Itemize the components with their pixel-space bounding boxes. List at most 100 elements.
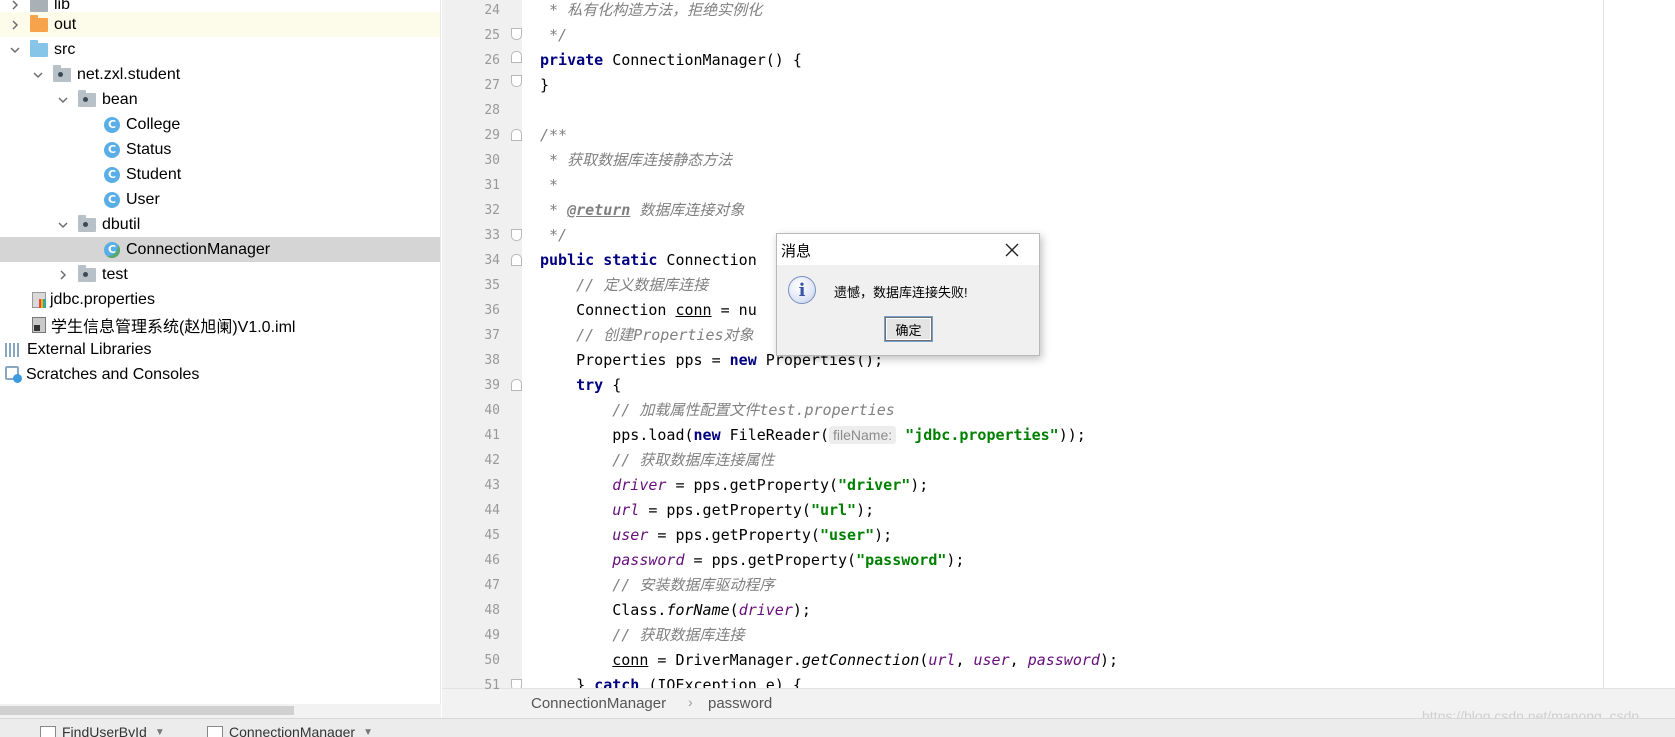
code-line[interactable]: private ConnectionManager() { bbox=[540, 48, 802, 73]
code-line[interactable]: // 创建Properties对象 bbox=[540, 323, 753, 348]
fold-start-icon[interactable] bbox=[511, 129, 522, 141]
fold-start-icon[interactable] bbox=[511, 51, 522, 63]
run-config-icon bbox=[40, 726, 56, 737]
ok-button[interactable]: 确定 bbox=[885, 317, 932, 341]
tree-item-label: User bbox=[126, 190, 160, 208]
close-icon[interactable] bbox=[1002, 240, 1022, 260]
code-line[interactable]: * bbox=[540, 173, 558, 198]
tree-item-package[interactable]: net.zxl.student bbox=[0, 62, 440, 87]
tree-item-connectionmanager[interactable]: C ConnectionManager bbox=[0, 237, 440, 262]
code-line[interactable]: Class.forName(driver); bbox=[540, 598, 811, 623]
bottom-tab-strip: FindUserById ▼ ConnectionManager ▼ bbox=[0, 718, 1675, 737]
module-file-icon bbox=[32, 316, 46, 333]
code-line[interactable]: try { bbox=[540, 373, 621, 398]
class-icon: C bbox=[104, 141, 120, 158]
line-number: 32 bbox=[484, 203, 500, 218]
fold-start-icon[interactable] bbox=[511, 254, 522, 266]
chevron-down-icon[interactable]: ▼ bbox=[363, 727, 373, 737]
code-line[interactable]: */ bbox=[540, 23, 567, 48]
tree-item-label: src bbox=[54, 40, 76, 58]
fold-start-icon[interactable] bbox=[511, 379, 522, 391]
code-line[interactable]: * @return 数据库连接对象 bbox=[540, 198, 744, 223]
code-line[interactable]: Connection conn = nu bbox=[540, 298, 757, 323]
line-number: 30 bbox=[484, 153, 500, 168]
right-margin-guide bbox=[1603, 0, 1604, 688]
tree-scrollbar-thumb[interactable] bbox=[0, 706, 294, 715]
tree-item-label: bean bbox=[102, 90, 138, 108]
line-number: 45 bbox=[484, 528, 500, 543]
code-line[interactable]: /** bbox=[540, 123, 567, 148]
line-number: 35 bbox=[484, 278, 500, 293]
code-line[interactable]: * 获取数据库连接静态方法 bbox=[540, 148, 732, 173]
code-line[interactable]: // 获取数据库连接 bbox=[540, 623, 744, 648]
tree-item-test[interactable]: test bbox=[0, 262, 440, 287]
fold-end-icon[interactable] bbox=[511, 75, 522, 87]
tab-connectionmanager[interactable]: ConnectionManager ▼ bbox=[207, 724, 373, 737]
code-line[interactable]: // 获取数据库连接属性 bbox=[540, 448, 774, 473]
chevron-down-icon[interactable] bbox=[8, 43, 22, 57]
code-line[interactable]: public static Connection bbox=[540, 248, 757, 273]
code-line[interactable]: driver = pps.getProperty("driver"); bbox=[540, 473, 928, 498]
scratches-icon bbox=[5, 366, 22, 383]
tree-item-out[interactable]: out bbox=[0, 12, 440, 37]
package-icon bbox=[53, 64, 71, 82]
tree-item-student[interactable]: C Student bbox=[0, 162, 440, 187]
tree-item-college[interactable]: C College bbox=[0, 112, 440, 137]
code-line[interactable]: // 加载属性配置文件test.properties bbox=[540, 398, 895, 423]
code-line[interactable]: pps.load(new FileReader(fileName: "jdbc.… bbox=[540, 423, 1086, 448]
line-number: 51 bbox=[484, 678, 500, 693]
code-line[interactable]: url = pps.getProperty("url"); bbox=[540, 498, 874, 523]
tree-item-jdbc-properties[interactable]: jdbc.properties bbox=[0, 287, 440, 312]
chevron-right-icon[interactable] bbox=[56, 268, 70, 282]
breadcrumb-item-field[interactable]: password bbox=[708, 695, 772, 712]
chevron-down-icon[interactable] bbox=[56, 218, 70, 232]
message-dialog: 消息 i 遗憾，数据库连接失败! 确定 bbox=[776, 233, 1040, 356]
fold-end-icon[interactable] bbox=[511, 28, 522, 40]
dialog-message: 遗憾，数据库连接失败! bbox=[834, 285, 968, 300]
code-line[interactable]: // 安装数据库驱动程序 bbox=[540, 573, 774, 598]
fold-end-icon[interactable] bbox=[511, 229, 522, 241]
chevron-right-icon[interactable] bbox=[8, 0, 22, 12]
code-line[interactable]: * 私有化构造方法，拒绝实例化 bbox=[540, 0, 762, 23]
code-line[interactable]: password = pps.getProperty("password"); bbox=[540, 548, 964, 573]
tree-item-label: dbutil bbox=[102, 215, 141, 233]
code-line[interactable]: // 定义数据库连接 bbox=[540, 273, 708, 298]
line-number: 41 bbox=[484, 428, 500, 443]
tree-item-bean[interactable]: bean bbox=[0, 87, 440, 112]
dialog-title-bar[interactable]: 消息 bbox=[777, 234, 1039, 265]
tree-item-label: College bbox=[126, 115, 181, 133]
tree-item-label: test bbox=[102, 265, 128, 283]
code-line[interactable]: conn = DriverManager.getConnection(url, … bbox=[540, 648, 1118, 673]
line-number: 50 bbox=[484, 653, 500, 668]
tree-item-dbutil[interactable]: dbutil bbox=[0, 212, 440, 237]
tree-item-external-libraries[interactable]: External Libraries bbox=[0, 337, 440, 362]
breadcrumb-item-class[interactable]: ConnectionManager bbox=[531, 695, 666, 712]
properties-file-icon bbox=[32, 291, 46, 308]
tree-item-label: Status bbox=[126, 140, 172, 158]
line-number: 33 bbox=[484, 228, 500, 243]
chevron-down-icon[interactable] bbox=[56, 93, 70, 107]
code-line[interactable]: user = pps.getProperty("user"); bbox=[540, 523, 892, 548]
tree-item-status[interactable]: C Status bbox=[0, 137, 440, 162]
line-number: 38 bbox=[484, 353, 500, 368]
tree-item-iml[interactable]: 学生信息管理系统(赵旭阑)V1.0.iml bbox=[0, 312, 440, 337]
tree-item-user[interactable]: C User bbox=[0, 187, 440, 212]
code-line[interactable]: */ bbox=[540, 223, 567, 248]
tab-finduserbyid[interactable]: FindUserById ▼ bbox=[40, 724, 165, 737]
chevron-down-icon[interactable]: ▼ bbox=[155, 727, 165, 737]
tree-item-label: ConnectionManager bbox=[126, 240, 271, 258]
chevron-down-icon[interactable] bbox=[31, 68, 45, 82]
line-number: 39 bbox=[484, 378, 500, 393]
package-icon bbox=[78, 214, 96, 232]
line-number: 24 bbox=[484, 3, 500, 18]
tree-item-scratches[interactable]: Scratches and Consoles bbox=[0, 362, 440, 387]
runnable-class-icon: C bbox=[104, 241, 120, 258]
line-number: 29 bbox=[484, 128, 500, 143]
code-line[interactable]: } bbox=[540, 73, 549, 98]
line-number: 48 bbox=[484, 603, 500, 618]
tree-item-src[interactable]: src bbox=[0, 37, 440, 62]
line-number: 40 bbox=[484, 403, 500, 418]
tree-item-label: External Libraries bbox=[27, 340, 152, 358]
chevron-right-icon[interactable] bbox=[8, 18, 22, 32]
class-icon: C bbox=[104, 166, 120, 183]
